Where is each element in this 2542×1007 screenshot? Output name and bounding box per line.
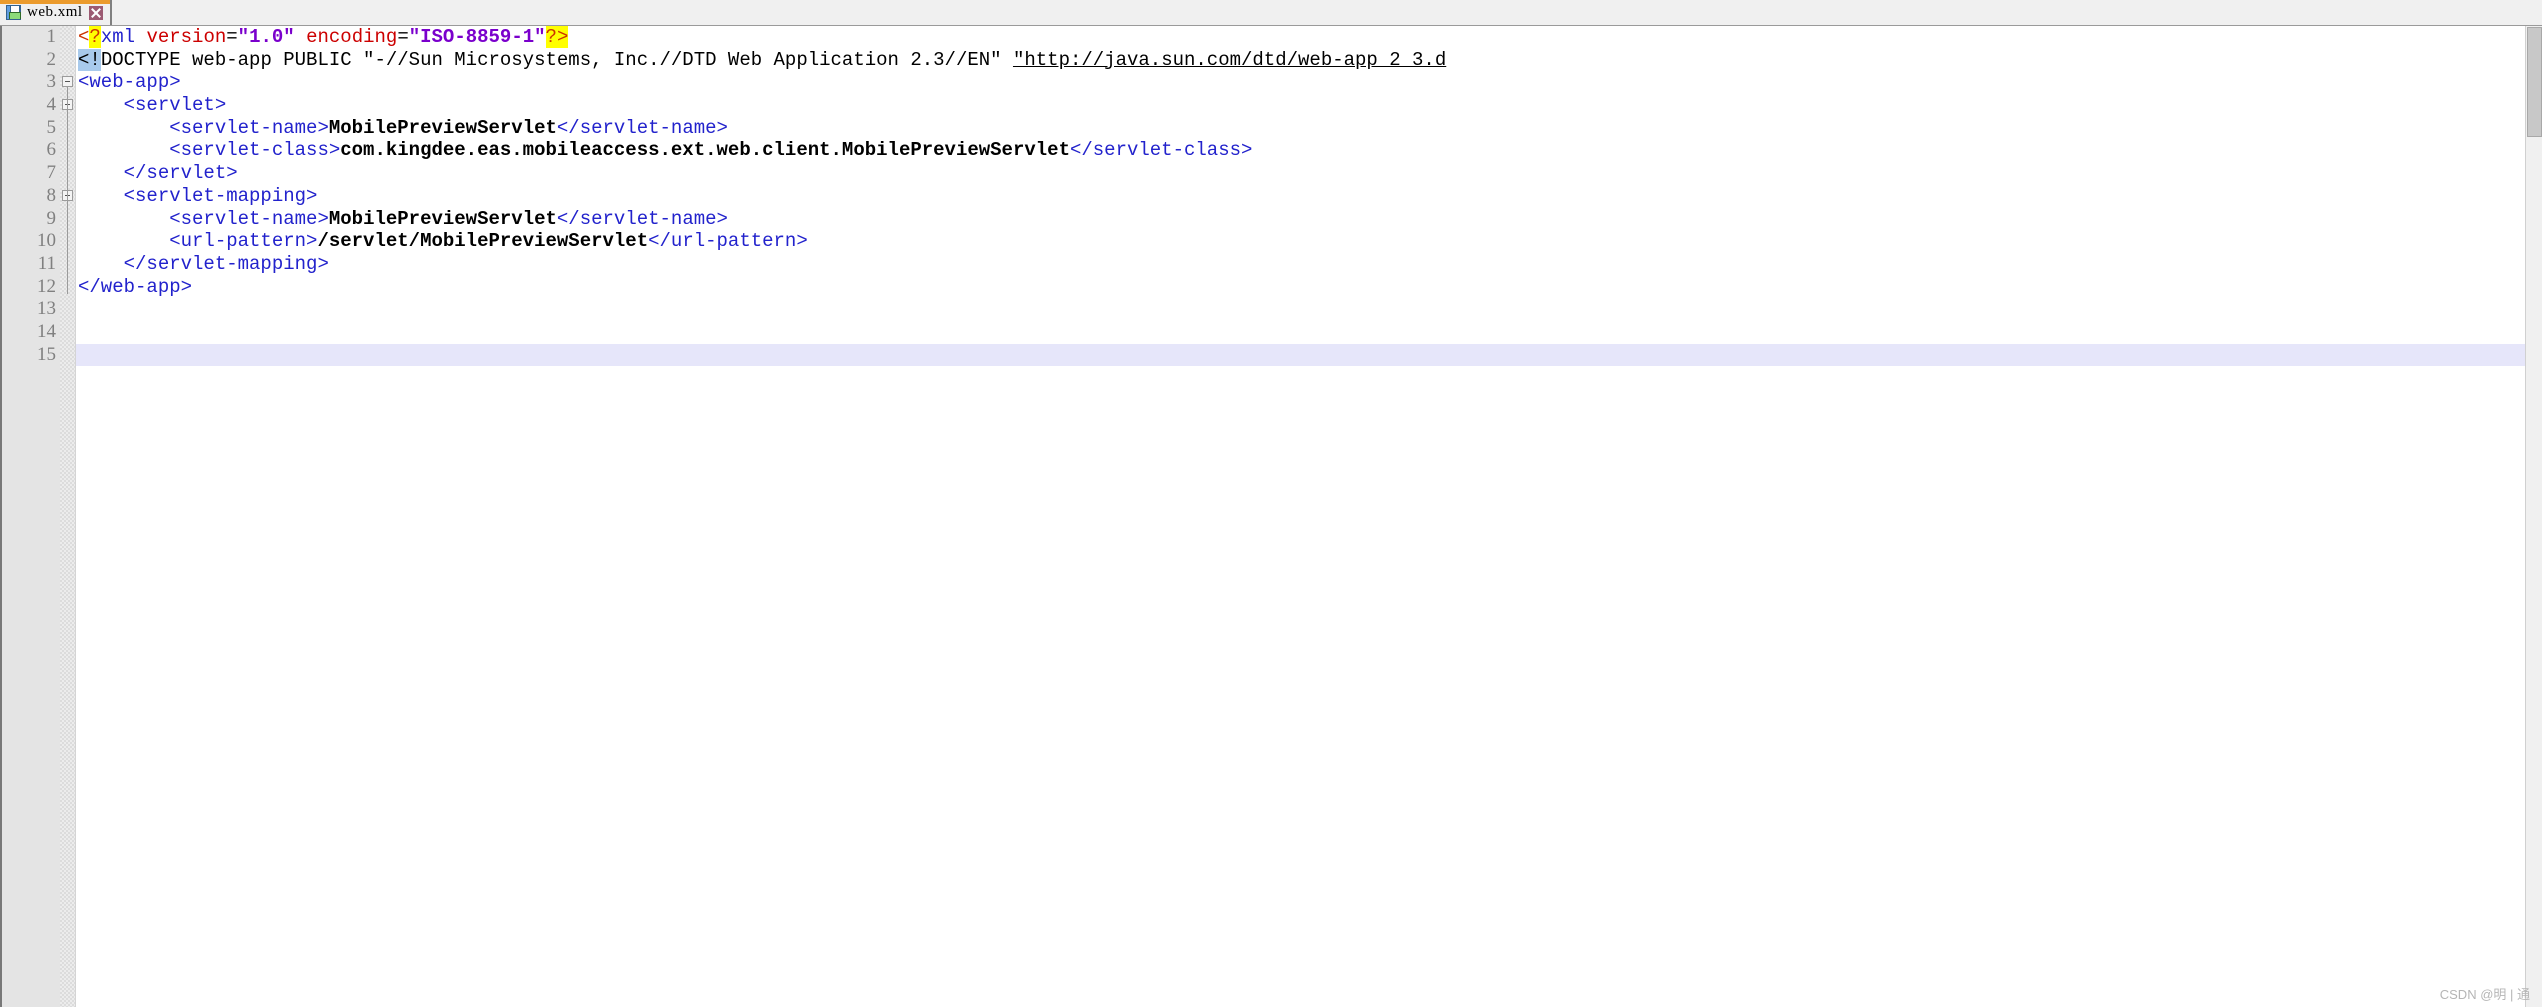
code-line[interactable]: <servlet> xyxy=(76,94,2542,117)
code-token: ?> xyxy=(545,26,569,48)
code-line[interactable]: <servlet-mapping> xyxy=(76,185,2542,208)
code-token: </servlet> xyxy=(123,162,238,185)
tab-label: web.xml xyxy=(27,4,83,20)
code-token: "ISO-8859-1" xyxy=(408,26,546,48)
code-line[interactable]: </web-app> xyxy=(76,276,2542,299)
code-line[interactable]: <?xml version="1.0" encoding="ISO-8859-1… xyxy=(76,26,2542,49)
code-token: "1.0" xyxy=(237,26,295,48)
line-number: 11 xyxy=(37,252,56,274)
code-folding-column[interactable] xyxy=(60,26,75,1007)
line-number: 5 xyxy=(46,116,57,138)
code-token: <! xyxy=(78,48,101,71)
editor-gutter: 1 2 3 4 5 6 7 8 9 10 11 12 13 14 15 xyxy=(2,26,76,1007)
code-token: = xyxy=(397,26,409,48)
code-token: DOCTYPE web-app PUBLIC "-//Sun Microsyst… xyxy=(100,48,1013,71)
code-content[interactable]: <?xml version="1.0" encoding="ISO-8859-1… xyxy=(76,26,2542,1007)
code-token: encoding xyxy=(306,26,398,48)
tab-bar: web.xml xyxy=(0,0,2542,26)
code-token: MobilePreviewServlet xyxy=(328,116,557,139)
line-number: 12 xyxy=(37,275,56,297)
code-token: <servlet-name> xyxy=(169,116,329,139)
line-number: 3 xyxy=(46,71,57,93)
code-line[interactable] xyxy=(76,321,2542,344)
line-number-column: 1 2 3 4 5 6 7 8 9 10 11 12 13 14 15 xyxy=(2,26,60,366)
vertical-scrollbar-thumb[interactable] xyxy=(2527,27,2542,137)
code-token: "http://java.sun.com/dtd/web-app_2_3.d xyxy=(1012,48,1447,71)
code-token: </servlet-class> xyxy=(1069,139,1253,162)
code-token: </servlet-mapping> xyxy=(123,252,329,275)
fold-guide-line xyxy=(67,87,68,294)
code-token: </servlet-name> xyxy=(556,207,728,230)
code-token: xml xyxy=(100,26,136,48)
floppy-disk-icon xyxy=(6,5,21,20)
line-number: 2 xyxy=(46,48,57,70)
code-line[interactable]: <url-pattern>/servlet/MobilePreviewServl… xyxy=(76,230,2542,253)
code-token: MobilePreviewServlet xyxy=(328,207,557,230)
code-token: ? xyxy=(89,26,101,48)
code-line[interactable]: <servlet-name>MobilePreviewServlet</serv… xyxy=(76,117,2542,140)
code-line[interactable]: <!DOCTYPE web-app PUBLIC "-//Sun Microsy… xyxy=(76,48,2542,72)
code-token: </servlet-name> xyxy=(556,116,728,139)
code-token: com.kingdee.eas.mobileaccess.ext.web.cli… xyxy=(340,139,1070,162)
code-line[interactable]: </servlet> xyxy=(76,162,2542,185)
code-token: < xyxy=(78,26,90,48)
code-token: <url-pattern> xyxy=(169,230,318,253)
line-number: 8 xyxy=(46,184,57,206)
code-token: /servlet/MobilePreviewServlet xyxy=(317,230,649,253)
line-number: 13 xyxy=(37,298,56,320)
fold-toggle-icon[interactable] xyxy=(62,76,73,88)
code-line[interactable]: <servlet-class>com.kingdee.eas.mobileacc… xyxy=(76,139,2542,162)
code-token: version xyxy=(146,26,227,48)
code-token: <servlet> xyxy=(123,94,227,117)
code-editor[interactable]: 1 2 3 4 5 6 7 8 9 10 11 12 13 14 15 <?xml version="1.0… xyxy=(0,26,2542,1007)
line-number: 15 xyxy=(37,343,56,365)
code-token: <web-app> xyxy=(78,71,181,94)
code-line[interactable] xyxy=(76,298,2542,321)
tab-web-xml[interactable]: web.xml xyxy=(0,0,112,25)
line-number: 1 xyxy=(46,26,57,47)
code-token: </url-pattern> xyxy=(648,230,808,253)
line-number: 9 xyxy=(46,207,57,229)
code-line[interactable] xyxy=(76,343,2542,367)
close-icon[interactable] xyxy=(88,5,103,20)
code-token: = xyxy=(226,26,238,48)
line-number: 10 xyxy=(37,230,56,252)
code-token: <servlet-class> xyxy=(169,139,341,162)
line-number: 6 xyxy=(46,139,57,161)
code-token: <servlet-name> xyxy=(169,207,329,230)
line-number: 14 xyxy=(37,320,56,342)
code-token: </web-app> xyxy=(78,275,193,298)
code-token: <servlet-mapping> xyxy=(123,184,318,207)
code-line[interactable]: </servlet-mapping> xyxy=(76,253,2542,276)
code-line[interactable]: <servlet-name>MobilePreviewServlet</serv… xyxy=(76,208,2542,231)
vertical-scrollbar[interactable] xyxy=(2525,26,2542,1007)
code-line[interactable]: <web-app> xyxy=(76,71,2542,94)
line-number: 4 xyxy=(46,94,57,116)
tab-active-accent xyxy=(0,0,110,4)
line-number: 7 xyxy=(46,162,57,184)
